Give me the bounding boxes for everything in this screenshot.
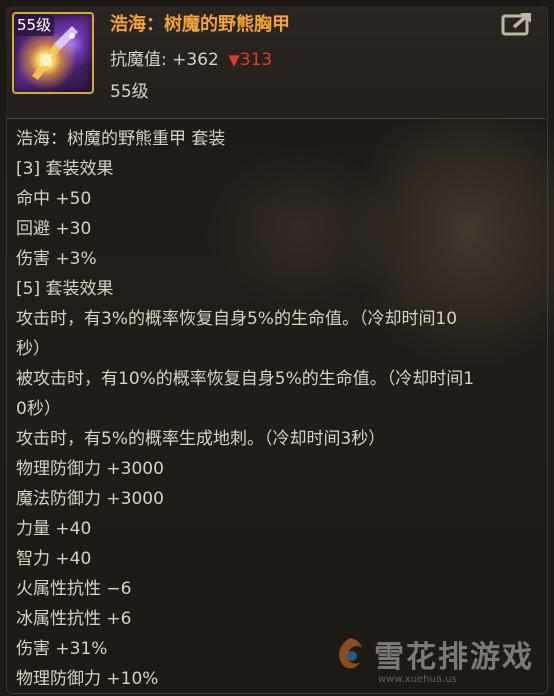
attribute-line: 力量 +40 xyxy=(16,519,92,539)
attribute-line: 伤害 +3% xyxy=(16,249,97,269)
site-watermark: 雪花排游戏 www.xuehua.us xyxy=(330,630,550,690)
attribute-line: 智力 +40 xyxy=(16,549,92,569)
stat-down-indicator: ▼313 xyxy=(228,50,272,70)
down-arrow-icon: ▼ xyxy=(228,51,240,69)
watermark-url: www.xuehua.us xyxy=(378,674,457,685)
share-button[interactable] xyxy=(500,10,534,38)
item-tooltip: 55级 浩海：树魔的野熊胸甲 抗魔值: +362 ▼313 55级 浩海：树魔的… xyxy=(0,0,554,696)
effect-line: 攻击时，有3%的概率恢复自身5%的生命值。（冷却时间10 xyxy=(16,309,458,329)
attribute-line: 回避 +30 xyxy=(16,219,92,239)
stat-line: 抗魔值: +362 ▼313 xyxy=(110,45,272,70)
stat-down-value: 313 xyxy=(239,50,273,70)
watermark-logo-icon xyxy=(339,638,362,669)
set-bonus-3-header: [3] 套装效果 xyxy=(16,159,114,179)
attribute-line: 火属性抗性 −6 xyxy=(16,579,132,599)
stat-value: +362 xyxy=(172,50,219,70)
watermark-text: 雪花排游戏 xyxy=(374,640,534,675)
effect-line: 0秒） xyxy=(16,399,61,419)
share-icon xyxy=(501,13,531,36)
effect-line: 秒） xyxy=(16,339,50,359)
item-level-badge: 55级 xyxy=(14,14,55,36)
stat-label: 抗魔值: xyxy=(110,50,167,70)
attribute-line: 物理防御力 +3000 xyxy=(16,459,164,479)
item-description: 浩海：树魔的野熊重甲 套装 [3] 套装效果 命中 +50 回避 +30 伤害 … xyxy=(16,124,536,694)
item-name: 浩海：树魔的野熊胸甲 xyxy=(110,14,290,35)
effect-line: 攻击时，有5%的概率生成地刺。（冷却时间3秒） xyxy=(16,429,386,449)
required-level: 55级 xyxy=(110,82,149,102)
attribute-line: 魔法防御力 +3000 xyxy=(16,489,164,509)
attribute-line: 命中 +50 xyxy=(16,189,92,209)
effect-line: 被攻击时，有10%的概率恢复自身5%的生命值。（冷却时间1 xyxy=(16,369,475,389)
set-name-line: 浩海：树魔的野熊重甲 套装 xyxy=(16,129,226,149)
set-bonus-5-header: [5] 套装效果 xyxy=(16,279,114,299)
